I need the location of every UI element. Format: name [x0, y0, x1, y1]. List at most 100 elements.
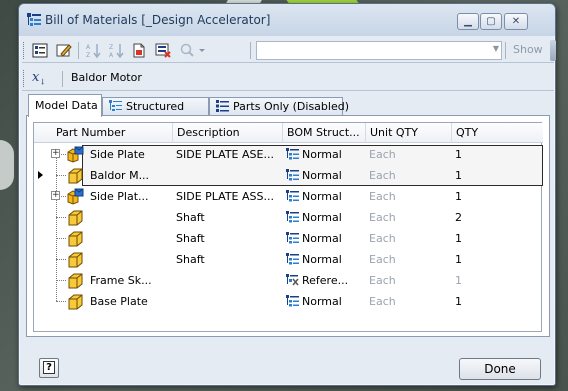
close-button[interactable]: ✕ — [504, 13, 528, 30]
table-row[interactable]: Shaft Normal Each 1 — [34, 249, 543, 270]
cell-qty[interactable]: 1 — [451, 228, 543, 249]
cell-description[interactable]: Shaft — [172, 228, 282, 249]
cell-unit-qty[interactable]: Each — [365, 270, 451, 291]
chevron-down-icon: ▼ — [492, 44, 499, 53]
expand-icon[interactable]: + — [51, 191, 60, 200]
assembly-icon — [65, 188, 85, 205]
bom-normal-icon — [286, 230, 299, 249]
cell-description[interactable] — [172, 291, 282, 312]
table-row[interactable]: Shaft Normal Each 2 — [34, 207, 543, 228]
cell-bom-structure[interactable]: Normal — [282, 186, 365, 207]
cell-text: SIDE PLATE ASS... — [176, 190, 274, 203]
table-row[interactable]: Shaft Normal Each 1 — [34, 228, 543, 249]
cell-part-number[interactable] — [86, 207, 172, 228]
minimize-button[interactable]: ▁ — [457, 13, 479, 30]
toolbar-separator — [250, 42, 251, 59]
cell-bom-structure[interactable]: Refere... — [282, 270, 365, 291]
cell-qty[interactable]: 1 — [451, 249, 543, 270]
cell-bom-structure[interactable]: Normal — [282, 228, 365, 249]
cell-unit-qty[interactable]: Each — [365, 186, 451, 207]
expression-icon[interactable]: x↓ — [32, 71, 46, 89]
cell-part-number[interactable]: Side Plat... — [86, 186, 172, 207]
column-header-unit-qty[interactable]: Unit QTY — [365, 123, 451, 143]
table-row[interactable]: Baldor M... Normal Each 1 — [34, 165, 543, 186]
cell-description[interactable]: SIDE PLATE ASS... — [172, 186, 282, 207]
cell-bom-structure[interactable]: Normal — [282, 165, 365, 186]
cell-qty[interactable]: 1 — [451, 186, 543, 207]
tab-parts-only[interactable]: Parts Only (Disabled) — [209, 97, 349, 116]
cell-part-number[interactable]: Baldor M... — [86, 165, 172, 186]
svg-text:Z: Z — [109, 44, 113, 51]
cell-text: Normal — [302, 211, 342, 224]
table-row[interactable]: + Side Plate SIDE PLATE ASE... Normal Each 1 — [34, 144, 543, 165]
cell-qty[interactable]: 1 — [451, 165, 543, 186]
cell-part-number[interactable] — [86, 228, 172, 249]
toolbar-grip[interactable] — [23, 70, 26, 87]
cell-part-number[interactable]: Frame Sk... — [86, 270, 172, 291]
cell-description[interactable] — [172, 165, 282, 186]
part-icon — [65, 167, 85, 184]
cell-unit-qty[interactable]: Each — [365, 207, 451, 228]
cell-bom-structure[interactable]: Normal — [282, 249, 365, 270]
maximize-button[interactable]: ▢ — [480, 13, 502, 30]
expand-icon[interactable]: + — [51, 149, 60, 158]
cell-unit-qty[interactable]: Each — [365, 165, 451, 186]
toolbar-overflow-icon[interactable] — [550, 40, 556, 61]
cell-bom-structure[interactable]: Normal — [282, 144, 365, 165]
sort-ascending-button[interactable]: AZ — [83, 41, 103, 60]
cell-bom-structure[interactable]: Normal — [282, 207, 365, 228]
cell-qty[interactable]: 2 — [451, 207, 543, 228]
cell-description[interactable]: Shaft — [172, 249, 282, 270]
cell-part-number[interactable]: Base Plate — [86, 291, 172, 312]
column-header-description[interactable]: Description — [172, 123, 282, 143]
part-icon — [65, 272, 85, 289]
table-row[interactable]: Base Plate Normal Each 1 — [34, 291, 543, 312]
cell-text: Normal — [302, 169, 342, 182]
help-button[interactable]: ? — [39, 358, 59, 378]
table-header: Part Number Description BOM Struct... Un… — [34, 123, 543, 143]
cell-description[interactable]: Shaft — [172, 207, 282, 228]
cell-description[interactable]: SIDE PLATE ASE... — [172, 144, 282, 165]
cell-unit-qty[interactable]: Each — [365, 249, 451, 270]
cell-unit-qty[interactable]: Each — [365, 228, 451, 249]
table-row[interactable]: Frame Sk... Refere... Each 1 — [34, 270, 543, 291]
filter-combobox[interactable]: ▼ — [256, 41, 502, 60]
cell-qty[interactable]: 1 — [451, 291, 543, 312]
tab-content: Part Number Description BOM Struct... Un… — [26, 115, 550, 337]
tab-label: Parts Only (Disabled) — [233, 100, 350, 113]
tab-model-data[interactable]: Model Data — [28, 94, 102, 117]
tab-structured[interactable]: Structured — [102, 97, 209, 116]
export-bom-button[interactable] — [129, 41, 149, 60]
cell-part-number[interactable] — [86, 249, 172, 270]
cell-text: Normal — [302, 295, 342, 308]
title-bar[interactable]: Bill of Materials [_Design Accelerator] … — [19, 4, 555, 36]
cell-text: Each — [369, 190, 396, 203]
part-icon — [65, 209, 85, 226]
table-row[interactable]: + Side Plat... SIDE PLATE ASS... Normal Each… — [34, 186, 543, 207]
column-header-part-number[interactable]: Part Number — [52, 123, 172, 143]
cell-qty[interactable]: 1 — [451, 270, 543, 291]
edit-properties-button[interactable] — [54, 41, 74, 60]
cell-description[interactable] — [172, 270, 282, 291]
current-row-indicator-icon — [38, 171, 43, 179]
part-icon — [65, 251, 85, 268]
column-header-qty[interactable]: QTY — [451, 123, 543, 143]
cell-bom-structure[interactable]: Normal — [282, 291, 365, 312]
find-button[interactable] — [177, 41, 207, 60]
bom-normal-icon — [286, 209, 299, 228]
cell-unit-qty[interactable]: Each — [365, 291, 451, 312]
bom-properties-icon — [32, 43, 48, 58]
bom-properties-button[interactable] — [30, 41, 50, 60]
cell-part-number[interactable]: Side Plate — [86, 144, 172, 165]
show-button[interactable]: Show — [508, 42, 548, 59]
column-header-bom-structure[interactable]: BOM Struct... — [282, 123, 365, 143]
sort-descending-button[interactable]: ZA — [106, 41, 126, 60]
expression-value[interactable]: Baldor Motor — [71, 71, 142, 84]
done-button[interactable]: Done — [459, 358, 541, 380]
pencil-icon — [56, 44, 72, 57]
part-number-merge-button[interactable] — [153, 41, 173, 60]
cell-unit-qty[interactable]: Each — [365, 144, 451, 165]
toolbar-grip[interactable] — [23, 42, 26, 59]
bom-tabs: Model Data Structured Parts Only (Disabl… — [26, 94, 550, 117]
cell-qty[interactable]: 1 — [451, 144, 543, 165]
